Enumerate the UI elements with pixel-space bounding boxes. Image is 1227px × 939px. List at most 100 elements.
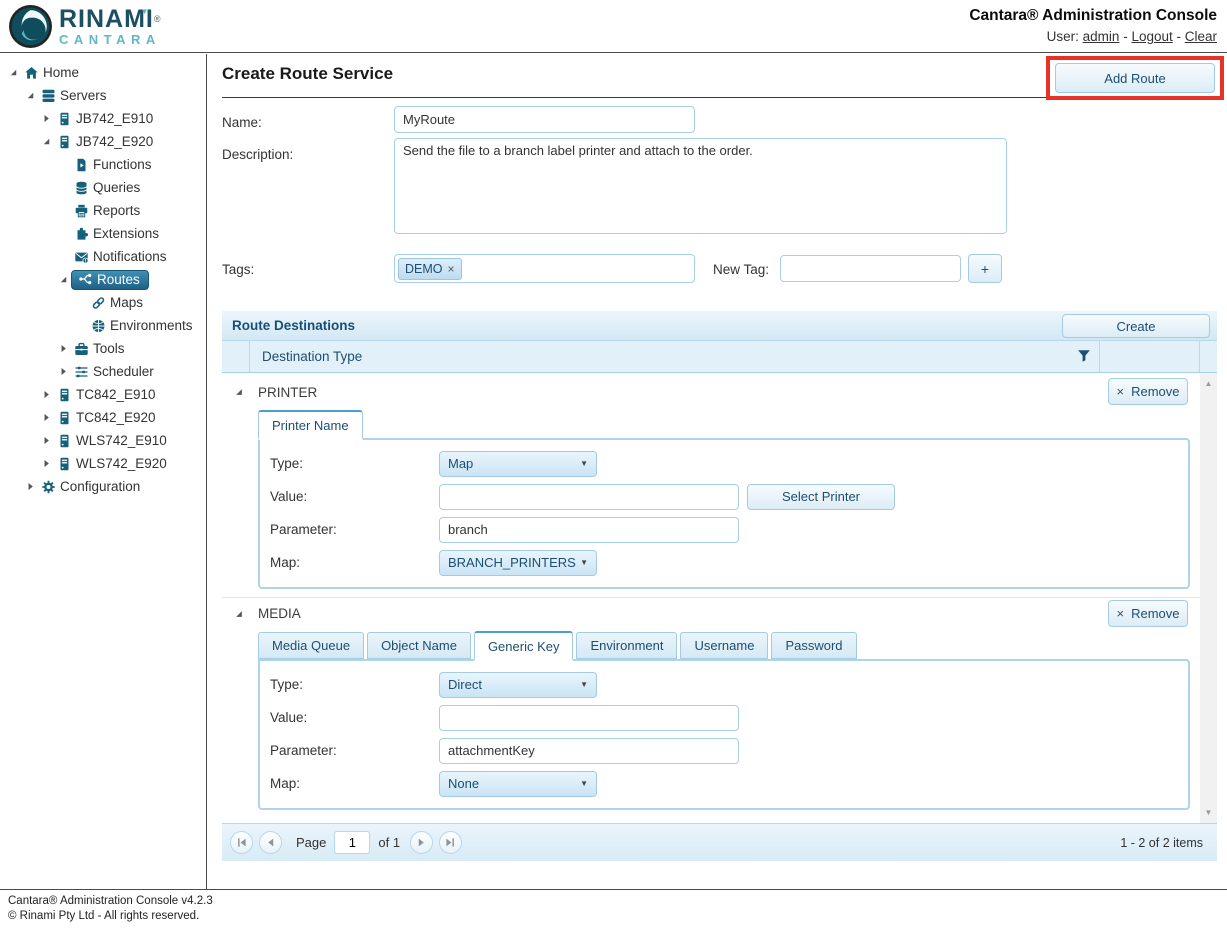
logo-secondary-text: CANTARA: [59, 32, 162, 47]
sidebar-item-jb742-e920[interactable]: JB742_E920: [0, 130, 206, 153]
collapse-arrow-icon[interactable]: [232, 609, 246, 619]
link-icon: [90, 295, 106, 310]
app-title: Cantara® Administration Console: [969, 7, 1217, 25]
value-input[interactable]: [439, 705, 739, 731]
sidebar-item-scheduler[interactable]: Scheduler: [0, 360, 206, 383]
expand-arrow-icon[interactable]: [39, 434, 54, 448]
sidebar-item-reports[interactable]: Reports: [0, 199, 206, 222]
tab-username[interactable]: Username: [680, 632, 768, 659]
last-page-button[interactable]: [439, 831, 462, 854]
sidebar-item-tc842-e910[interactable]: TC842_E910: [0, 383, 206, 406]
selected-item-highlight[interactable]: Routes: [71, 270, 149, 290]
type-dropdown[interactable]: Map ▼: [439, 451, 597, 477]
collapse-arrow-icon[interactable]: [23, 89, 38, 103]
destination-row-printer[interactable]: PRINTER × Remove: [222, 376, 1200, 408]
select-printer-button[interactable]: Select Printer: [747, 484, 895, 510]
expand-arrow-icon[interactable]: [23, 480, 38, 494]
expand-arrow-icon[interactable]: [39, 388, 54, 402]
description-textarea[interactable]: Send the file to a branch label printer …: [394, 138, 1007, 234]
server-icon: [56, 134, 72, 149]
server-icon: [56, 410, 72, 425]
grid-panel-header: Route Destinations Create: [222, 311, 1217, 341]
page-number-input[interactable]: [334, 831, 370, 854]
remove-destination-button[interactable]: × Remove: [1108, 600, 1188, 627]
sidebar-item-routes[interactable]: Routes: [0, 268, 206, 291]
sidebar-item-configuration[interactable]: Configuration: [0, 475, 206, 498]
red-annotation-highlight: Add Route: [1046, 56, 1224, 100]
collapse-arrow-icon[interactable]: [6, 66, 21, 80]
clear-link[interactable]: Clear: [1185, 29, 1217, 44]
parameter-input[interactable]: [439, 517, 739, 543]
grid-body: PRINTER × Remove Printer Name Type:: [222, 373, 1217, 823]
parameter-input[interactable]: [439, 738, 739, 764]
sidebar-item-home[interactable]: Home: [0, 61, 206, 84]
chevron-down-icon: ▼: [580, 558, 588, 567]
tags-input-box[interactable]: DEMO ×: [394, 254, 695, 283]
tab-generic-key[interactable]: Generic Key: [474, 631, 574, 661]
vertical-scrollbar[interactable]: ▲ ▼: [1200, 373, 1217, 823]
collapse-arrow-icon[interactable]: [56, 273, 71, 287]
next-page-button[interactable]: [410, 831, 433, 854]
new-tag-input[interactable]: [780, 255, 961, 282]
tag-remove-icon[interactable]: ×: [448, 262, 455, 276]
type-label: Type:: [270, 456, 439, 471]
sidebar-item-servers[interactable]: Servers: [0, 84, 206, 107]
footer-version-line: Cantara® Administration Console v4.2.3: [8, 894, 1219, 909]
server-icon: [56, 433, 72, 448]
sidebar-item-extensions[interactable]: Extensions: [0, 222, 206, 245]
action-column-header: [1100, 341, 1200, 372]
sidebar-item-tools[interactable]: Tools: [0, 337, 206, 360]
logout-link[interactable]: Logout: [1131, 29, 1172, 44]
scroll-down-icon[interactable]: ▼: [1200, 808, 1217, 817]
destination-row-media[interactable]: MEDIA × Remove: [222, 597, 1200, 629]
sidebar-item-jb742-e910[interactable]: JB742_E910: [0, 107, 206, 130]
destination-type-cell: PRINTER: [258, 385, 317, 400]
grid-panel-title: Route Destinations: [232, 318, 355, 333]
expand-arrow-icon[interactable]: [39, 411, 54, 425]
user-label: User:: [1047, 29, 1079, 44]
name-input[interactable]: [394, 106, 695, 133]
toolbox-icon: [73, 341, 89, 356]
map-label: Map:: [270, 555, 439, 570]
type-dropdown[interactable]: Direct ▼: [439, 672, 597, 698]
remove-destination-button[interactable]: × Remove: [1108, 378, 1188, 405]
items-count-label: 1 - 2 of 2 items: [1120, 836, 1209, 850]
expand-arrow-icon[interactable]: [56, 342, 71, 356]
sidebar-item-functions[interactable]: Functions: [0, 153, 206, 176]
map-dropdown[interactable]: None ▼: [439, 771, 597, 797]
globe-icon: [90, 318, 106, 333]
expand-arrow-icon[interactable]: [56, 365, 71, 379]
sidebar-item-notifications[interactable]: Notifications: [0, 245, 206, 268]
map-dropdown[interactable]: BRANCH_PRINTERS ▼: [439, 550, 597, 576]
sidebar-item-wls742-e910[interactable]: WLS742_E910: [0, 429, 206, 452]
create-destination-button[interactable]: Create: [1062, 314, 1210, 338]
previous-page-button[interactable]: [259, 831, 282, 854]
expand-arrow-icon[interactable]: [39, 457, 54, 471]
collapse-arrow-icon[interactable]: [39, 135, 54, 149]
tags-label: Tags:: [222, 262, 254, 277]
navigation-tree: Home Servers JB742_E910 JB742_E920 Funct…: [0, 54, 207, 889]
tag-chip-label: DEMO: [405, 262, 443, 276]
sidebar-item-environments[interactable]: Environments: [0, 314, 206, 337]
first-page-button[interactable]: [230, 831, 253, 854]
database-icon: [73, 180, 89, 195]
sidebar-item-tc842-e920[interactable]: TC842_E920: [0, 406, 206, 429]
tab-password[interactable]: Password: [771, 632, 856, 659]
user-name-link[interactable]: admin: [1083, 29, 1120, 44]
sidebar-item-wls742-e920[interactable]: WLS742_E920: [0, 452, 206, 475]
add-tag-button[interactable]: +: [968, 254, 1002, 283]
printer-detail-panel: Printer Name Type: Map ▼ Value:: [258, 408, 1190, 589]
tab-media-queue[interactable]: Media Queue: [258, 632, 364, 659]
sidebar-item-queries[interactable]: Queries: [0, 176, 206, 199]
collapse-arrow-icon[interactable]: [232, 387, 246, 397]
add-route-button[interactable]: Add Route: [1055, 63, 1215, 93]
tab-printer-name[interactable]: Printer Name: [258, 410, 363, 440]
scroll-up-icon[interactable]: ▲: [1200, 379, 1217, 388]
expand-arrow-icon[interactable]: [39, 112, 54, 126]
sidebar-item-maps[interactable]: Maps: [0, 291, 206, 314]
tab-environment[interactable]: Environment: [576, 632, 677, 659]
value-input[interactable]: [439, 484, 739, 510]
tab-object-name[interactable]: Object Name: [367, 632, 471, 659]
map-label: Map:: [270, 776, 439, 791]
filter-icon[interactable]: [1077, 349, 1091, 366]
